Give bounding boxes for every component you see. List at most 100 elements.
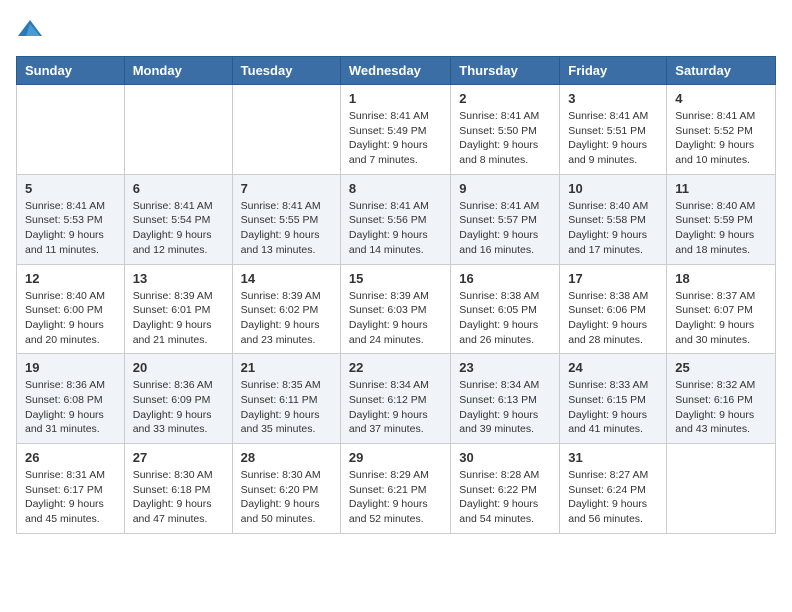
day-info: Sunrise: 8:32 AM Sunset: 6:16 PM Dayligh…	[675, 378, 767, 437]
day-info: Sunrise: 8:33 AM Sunset: 6:15 PM Dayligh…	[568, 378, 658, 437]
weekday-header-saturday: Saturday	[667, 57, 776, 85]
day-number: 11	[675, 181, 767, 196]
day-cell: 18 Sunrise: 8:37 AM Sunset: 6:07 PM Dayli…	[667, 264, 776, 354]
day-info: Sunrise: 8:34 AM Sunset: 6:12 PM Dayligh…	[349, 378, 442, 437]
weekday-header-wednesday: Wednesday	[340, 57, 450, 85]
day-info: Sunrise: 8:30 AM Sunset: 6:20 PM Dayligh…	[241, 468, 332, 527]
day-cell: 20 Sunrise: 8:36 AM Sunset: 6:09 PM Dayli…	[124, 354, 232, 444]
day-info: Sunrise: 8:41 AM Sunset: 5:54 PM Dayligh…	[133, 199, 224, 258]
day-cell: 1Sunrise: 8:41 AM Sunset: 5:49 PM Daylig…	[340, 85, 450, 175]
day-number: 14	[241, 271, 332, 286]
day-info: Sunrise: 8:27 AM Sunset: 6:24 PM Dayligh…	[568, 468, 658, 527]
day-info: Sunrise: 8:39 AM Sunset: 6:03 PM Dayligh…	[349, 289, 442, 348]
day-number: 23	[459, 360, 551, 375]
page-header	[16, 16, 776, 44]
day-number: 8	[349, 181, 442, 196]
day-info: Sunrise: 8:34 AM Sunset: 6:13 PM Dayligh…	[459, 378, 551, 437]
day-cell: 10 Sunrise: 8:40 AM Sunset: 5:58 PM Dayli…	[560, 174, 667, 264]
day-number: 4	[675, 91, 767, 106]
calendar: SundayMondayTuesdayWednesdayThursdayFrid…	[16, 56, 776, 534]
day-cell: 5 Sunrise: 8:41 AM Sunset: 5:53 PM Daylig…	[17, 174, 125, 264]
day-cell: 16 Sunrise: 8:38 AM Sunset: 6:05 PM Dayli…	[451, 264, 560, 354]
day-number: 31	[568, 450, 658, 465]
day-info: Sunrise: 8:41 AM Sunset: 5:50 PM Dayligh…	[459, 109, 551, 168]
day-number: 20	[133, 360, 224, 375]
day-number: 6	[133, 181, 224, 196]
day-info: Sunrise: 8:40 AM Sunset: 5:58 PM Dayligh…	[568, 199, 658, 258]
day-info: Sunrise: 8:41 AM Sunset: 5:52 PM Dayligh…	[675, 109, 767, 168]
day-info: Sunrise: 8:38 AM Sunset: 6:06 PM Dayligh…	[568, 289, 658, 348]
day-cell: 17 Sunrise: 8:38 AM Sunset: 6:06 PM Dayli…	[560, 264, 667, 354]
day-info: Sunrise: 8:41 AM Sunset: 5:51 PM Dayligh…	[568, 109, 658, 168]
day-cell	[124, 85, 232, 175]
day-cell: 13 Sunrise: 8:39 AM Sunset: 6:01 PM Dayli…	[124, 264, 232, 354]
day-info: Sunrise: 8:41 AM Sunset: 5:57 PM Dayligh…	[459, 199, 551, 258]
day-cell: 2 Sunrise: 8:41 AM Sunset: 5:50 PM Daylig…	[451, 85, 560, 175]
day-cell: 23 Sunrise: 8:34 AM Sunset: 6:13 PM Dayli…	[451, 354, 560, 444]
day-cell	[232, 85, 340, 175]
day-info: Sunrise: 8:39 AM Sunset: 6:01 PM Dayligh…	[133, 289, 224, 348]
day-number: 7	[241, 181, 332, 196]
day-cell: 26 Sunrise: 8:31 AM Sunset: 6:17 PM Dayli…	[17, 444, 125, 534]
day-cell: 27 Sunrise: 8:30 AM Sunset: 6:18 PM Dayli…	[124, 444, 232, 534]
day-number: 13	[133, 271, 224, 286]
day-cell: 12 Sunrise: 8:40 AM Sunset: 6:00 PM Dayli…	[17, 264, 125, 354]
day-number: 22	[349, 360, 442, 375]
day-info: Sunrise: 8:36 AM Sunset: 6:09 PM Dayligh…	[133, 378, 224, 437]
day-number: 24	[568, 360, 658, 375]
day-cell: 25Sunrise: 8:32 AM Sunset: 6:16 PM Dayli…	[667, 354, 776, 444]
day-cell: 4 Sunrise: 8:41 AM Sunset: 5:52 PM Daylig…	[667, 85, 776, 175]
day-number: 30	[459, 450, 551, 465]
day-cell: 31 Sunrise: 8:27 AM Sunset: 6:24 PM Dayli…	[560, 444, 667, 534]
day-cell	[667, 444, 776, 534]
day-cell: 21 Sunrise: 8:35 AM Sunset: 6:11 PM Dayli…	[232, 354, 340, 444]
day-number: 18	[675, 271, 767, 286]
day-info: Sunrise: 8:35 AM Sunset: 6:11 PM Dayligh…	[241, 378, 332, 437]
day-cell: 3 Sunrise: 8:41 AM Sunset: 5:51 PM Daylig…	[560, 85, 667, 175]
day-info: Sunrise: 8:41 AM Sunset: 5:56 PM Dayligh…	[349, 199, 442, 258]
day-info: Sunrise: 8:29 AM Sunset: 6:21 PM Dayligh…	[349, 468, 442, 527]
day-number: 17	[568, 271, 658, 286]
day-number: 16	[459, 271, 551, 286]
day-info: Sunrise: 8:41 AM Sunset: 5:53 PM Dayligh…	[25, 199, 116, 258]
week-row-2: 5 Sunrise: 8:41 AM Sunset: 5:53 PM Daylig…	[17, 174, 776, 264]
day-info: Sunrise: 8:30 AM Sunset: 6:18 PM Dayligh…	[133, 468, 224, 527]
day-info: Sunrise: 8:41 AM Sunset: 5:55 PM Dayligh…	[241, 199, 332, 258]
weekday-header-tuesday: Tuesday	[232, 57, 340, 85]
day-info: Sunrise: 8:37 AM Sunset: 6:07 PM Dayligh…	[675, 289, 767, 348]
day-cell: 22 Sunrise: 8:34 AM Sunset: 6:12 PM Dayli…	[340, 354, 450, 444]
day-number: 2	[459, 91, 551, 106]
day-info: Sunrise: 8:40 AM Sunset: 6:00 PM Dayligh…	[25, 289, 116, 348]
week-row-4: 19Sunrise: 8:36 AM Sunset: 6:08 PM Dayli…	[17, 354, 776, 444]
day-number: 27	[133, 450, 224, 465]
week-row-1: 1Sunrise: 8:41 AM Sunset: 5:49 PM Daylig…	[17, 85, 776, 175]
weekday-header-monday: Monday	[124, 57, 232, 85]
day-cell: 6 Sunrise: 8:41 AM Sunset: 5:54 PM Daylig…	[124, 174, 232, 264]
day-cell	[17, 85, 125, 175]
day-info: Sunrise: 8:39 AM Sunset: 6:02 PM Dayligh…	[241, 289, 332, 348]
day-number: 5	[25, 181, 116, 196]
day-cell: 7 Sunrise: 8:41 AM Sunset: 5:55 PM Daylig…	[232, 174, 340, 264]
day-cell: 29 Sunrise: 8:29 AM Sunset: 6:21 PM Dayli…	[340, 444, 450, 534]
day-number: 15	[349, 271, 442, 286]
day-info: Sunrise: 8:38 AM Sunset: 6:05 PM Dayligh…	[459, 289, 551, 348]
day-number: 3	[568, 91, 658, 106]
day-cell: 14 Sunrise: 8:39 AM Sunset: 6:02 PM Dayli…	[232, 264, 340, 354]
day-number: 10	[568, 181, 658, 196]
day-info: Sunrise: 8:31 AM Sunset: 6:17 PM Dayligh…	[25, 468, 116, 527]
day-cell: 28 Sunrise: 8:30 AM Sunset: 6:20 PM Dayli…	[232, 444, 340, 534]
day-number: 21	[241, 360, 332, 375]
weekday-header-friday: Friday	[560, 57, 667, 85]
day-cell: 9Sunrise: 8:41 AM Sunset: 5:57 PM Daylig…	[451, 174, 560, 264]
week-row-3: 12 Sunrise: 8:40 AM Sunset: 6:00 PM Dayli…	[17, 264, 776, 354]
weekday-header-row: SundayMondayTuesdayWednesdayThursdayFrid…	[17, 57, 776, 85]
day-number: 29	[349, 450, 442, 465]
day-number: 28	[241, 450, 332, 465]
day-cell: 11Sunrise: 8:40 AM Sunset: 5:59 PM Dayli…	[667, 174, 776, 264]
day-number: 26	[25, 450, 116, 465]
logo-icon	[16, 16, 44, 44]
day-number: 12	[25, 271, 116, 286]
week-row-5: 26 Sunrise: 8:31 AM Sunset: 6:17 PM Dayli…	[17, 444, 776, 534]
day-cell: 15 Sunrise: 8:39 AM Sunset: 6:03 PM Dayli…	[340, 264, 450, 354]
day-info: Sunrise: 8:41 AM Sunset: 5:49 PM Dayligh…	[349, 109, 442, 168]
